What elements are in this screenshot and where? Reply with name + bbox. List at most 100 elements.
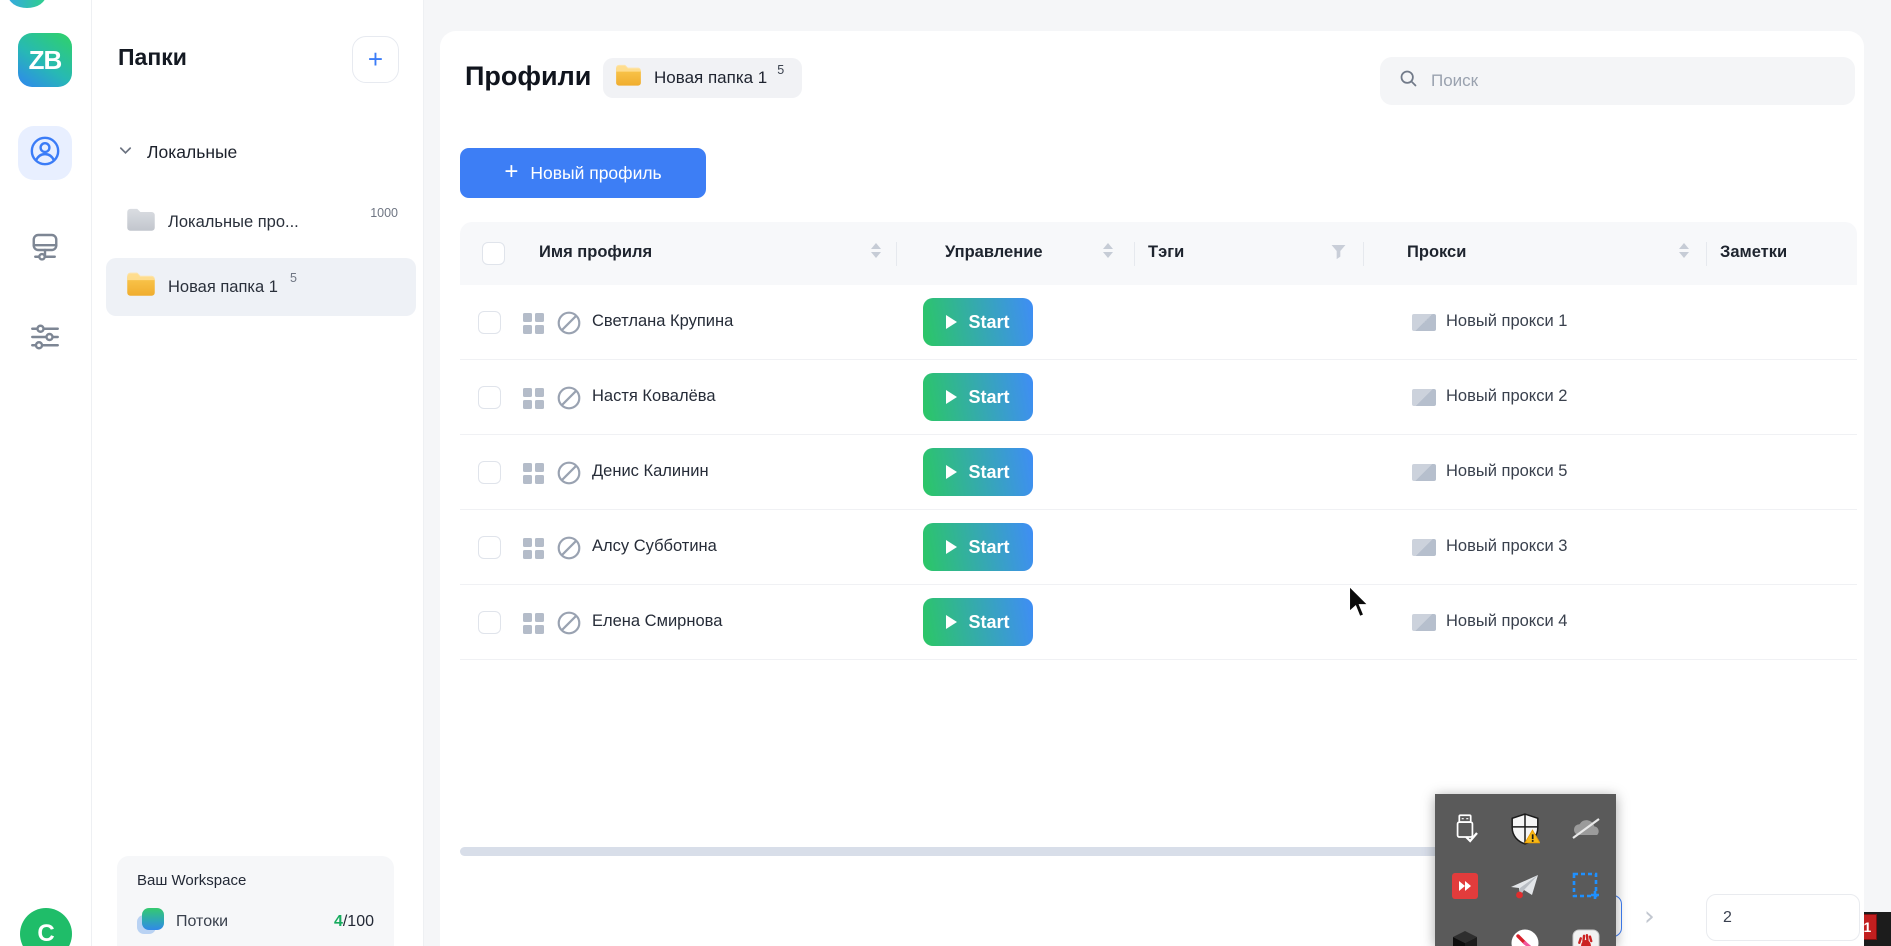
cropped-app-icon [8,0,46,8]
column-divider [1134,242,1135,266]
profile-icon [28,134,62,173]
threads-used: 4 [334,913,343,930]
profile-name: Настя Ковалёва [592,387,716,406]
add-folder-button[interactable]: + [352,36,399,83]
nav-settings[interactable] [18,312,72,366]
onedrive-offline-icon[interactable] [1556,800,1616,857]
column-header-tags[interactable]: Тэги [1148,243,1184,262]
profile-name: Елена Смирнова [592,612,722,631]
row-checkbox[interactable] [478,461,501,484]
folder-group-label: Локальные [147,142,237,163]
column-divider [1363,242,1364,266]
system-tray-popup [1435,794,1616,946]
column-divider [896,242,897,266]
row-checkbox[interactable] [478,386,501,409]
clock-app-icon[interactable] [1495,914,1555,946]
column-divider [1706,242,1707,266]
proxy-flag-icon [1412,539,1436,556]
table-row[interactable]: Денис Калинин Start Новый прокси 5 [460,435,1857,510]
start-button[interactable]: Start [923,298,1033,346]
table-row[interactable]: Светлана Крупина Start Новый прокси 1 [460,285,1857,360]
filter-funnel-icon[interactable] [1331,244,1346,266]
horizontal-scrollbar[interactable] [460,847,1450,856]
folders-panel: Папки + Локальные Локальные про... 1000 [92,0,424,946]
search-box[interactable] [1380,57,1855,105]
column-header-proxy[interactable]: Прокси [1407,243,1466,262]
row-checkbox[interactable] [478,611,501,634]
nav-proxies[interactable] [18,222,72,276]
table-row[interactable]: Алсу Субботина Start Новый прокси 3 [460,510,1857,585]
column-header-control[interactable]: Управление [945,243,1043,262]
folders-title: Папки [118,44,187,71]
select-all-checkbox[interactable] [482,242,505,265]
workspace-card: Ваш Workspace Потоки 4/100 [117,856,394,946]
play-icon [946,540,957,554]
black-cube-icon[interactable] [1435,914,1495,946]
table-row[interactable]: Елена Смирнова Start Новый прокси 4 [460,585,1857,660]
proxy-flag-icon [1412,389,1436,406]
pagination-next[interactable]: › [1644,901,1655,932]
page-size-select[interactable]: 2 [1706,894,1860,941]
threads-label: Потоки [176,913,228,931]
user-avatar[interactable]: C [20,908,72,946]
start-button[interactable]: Start [923,523,1033,571]
page-size-value: 2 [1723,909,1732,927]
sliders-icon [27,319,63,360]
folder-item-label: Новая папка 1 [168,278,278,297]
column-header-name[interactable]: Имя профиля [539,243,652,262]
bloody-hand-app-icon[interactable] [1556,914,1616,946]
icon-rail: ZB [0,0,92,946]
folder-item-new-folder-1[interactable]: Новая папка 1 5 [106,258,416,316]
start-button[interactable]: Start [923,448,1033,496]
nav-profiles[interactable] [18,126,72,180]
proxy-flag-icon [1412,614,1436,631]
folder-item-local-profiles[interactable]: Локальные про... 1000 [106,193,416,251]
gray-folder-icon [126,207,156,237]
no-proxy-ban-icon [556,535,582,566]
telegram-icon[interactable] [1495,857,1555,914]
sort-icon-proxy[interactable] [1679,243,1689,258]
no-proxy-ban-icon [556,610,582,641]
current-folder-chip[interactable]: Новая папка 1 5 [603,58,802,98]
start-button[interactable]: Start [923,598,1033,646]
no-proxy-ban-icon [556,310,582,341]
sort-icon-control[interactable] [1103,243,1113,258]
grid-icon [523,613,543,633]
plus-icon: + [504,158,518,186]
proxy-name: Новый прокси 3 [1446,537,1567,556]
start-label: Start [968,612,1009,633]
proxy-flag-icon [1412,314,1436,331]
grid-icon [523,313,543,333]
row-checkbox[interactable] [478,536,501,559]
threads-icon [137,908,164,935]
sort-icon-name[interactable] [871,243,881,258]
new-profile-button[interactable]: + Новый профиль [460,148,706,198]
red-remote-app-icon[interactable] [1435,857,1495,914]
usb-device-icon[interactable] [1435,800,1495,857]
profile-name: Светлана Крупина [592,312,733,331]
column-header-notes[interactable]: Заметки [1720,243,1787,262]
search-input[interactable] [1431,71,1811,91]
proxy-name: Новый прокси 5 [1446,462,1567,481]
play-icon [946,465,957,479]
proxy-name: Новый прокси 4 [1446,612,1567,631]
mouse-cursor [1347,585,1373,624]
play-icon [946,315,957,329]
grid-icon [523,463,543,483]
play-icon [946,390,957,404]
table-row[interactable]: Настя Ковалёва Start Новый прокси 2 [460,360,1857,435]
play-icon [946,615,957,629]
snip-select-icon[interactable] [1556,857,1616,914]
search-icon [1398,68,1419,94]
threads-row: Потоки 4/100 [137,908,374,935]
chevron-down-icon [118,143,133,163]
proxy-flag-icon [1412,464,1436,481]
table-header: Имя профиля Управление Тэги Прокси Замет… [460,222,1857,285]
start-button[interactable]: Start [923,373,1033,421]
row-checkbox[interactable] [478,311,501,334]
zb-logo: ZB [18,33,72,87]
grid-icon [523,538,543,558]
defender-shield-icon[interactable] [1495,800,1555,857]
proxy-monitor-icon [27,229,63,270]
folder-group-local[interactable]: Локальные [118,142,237,163]
